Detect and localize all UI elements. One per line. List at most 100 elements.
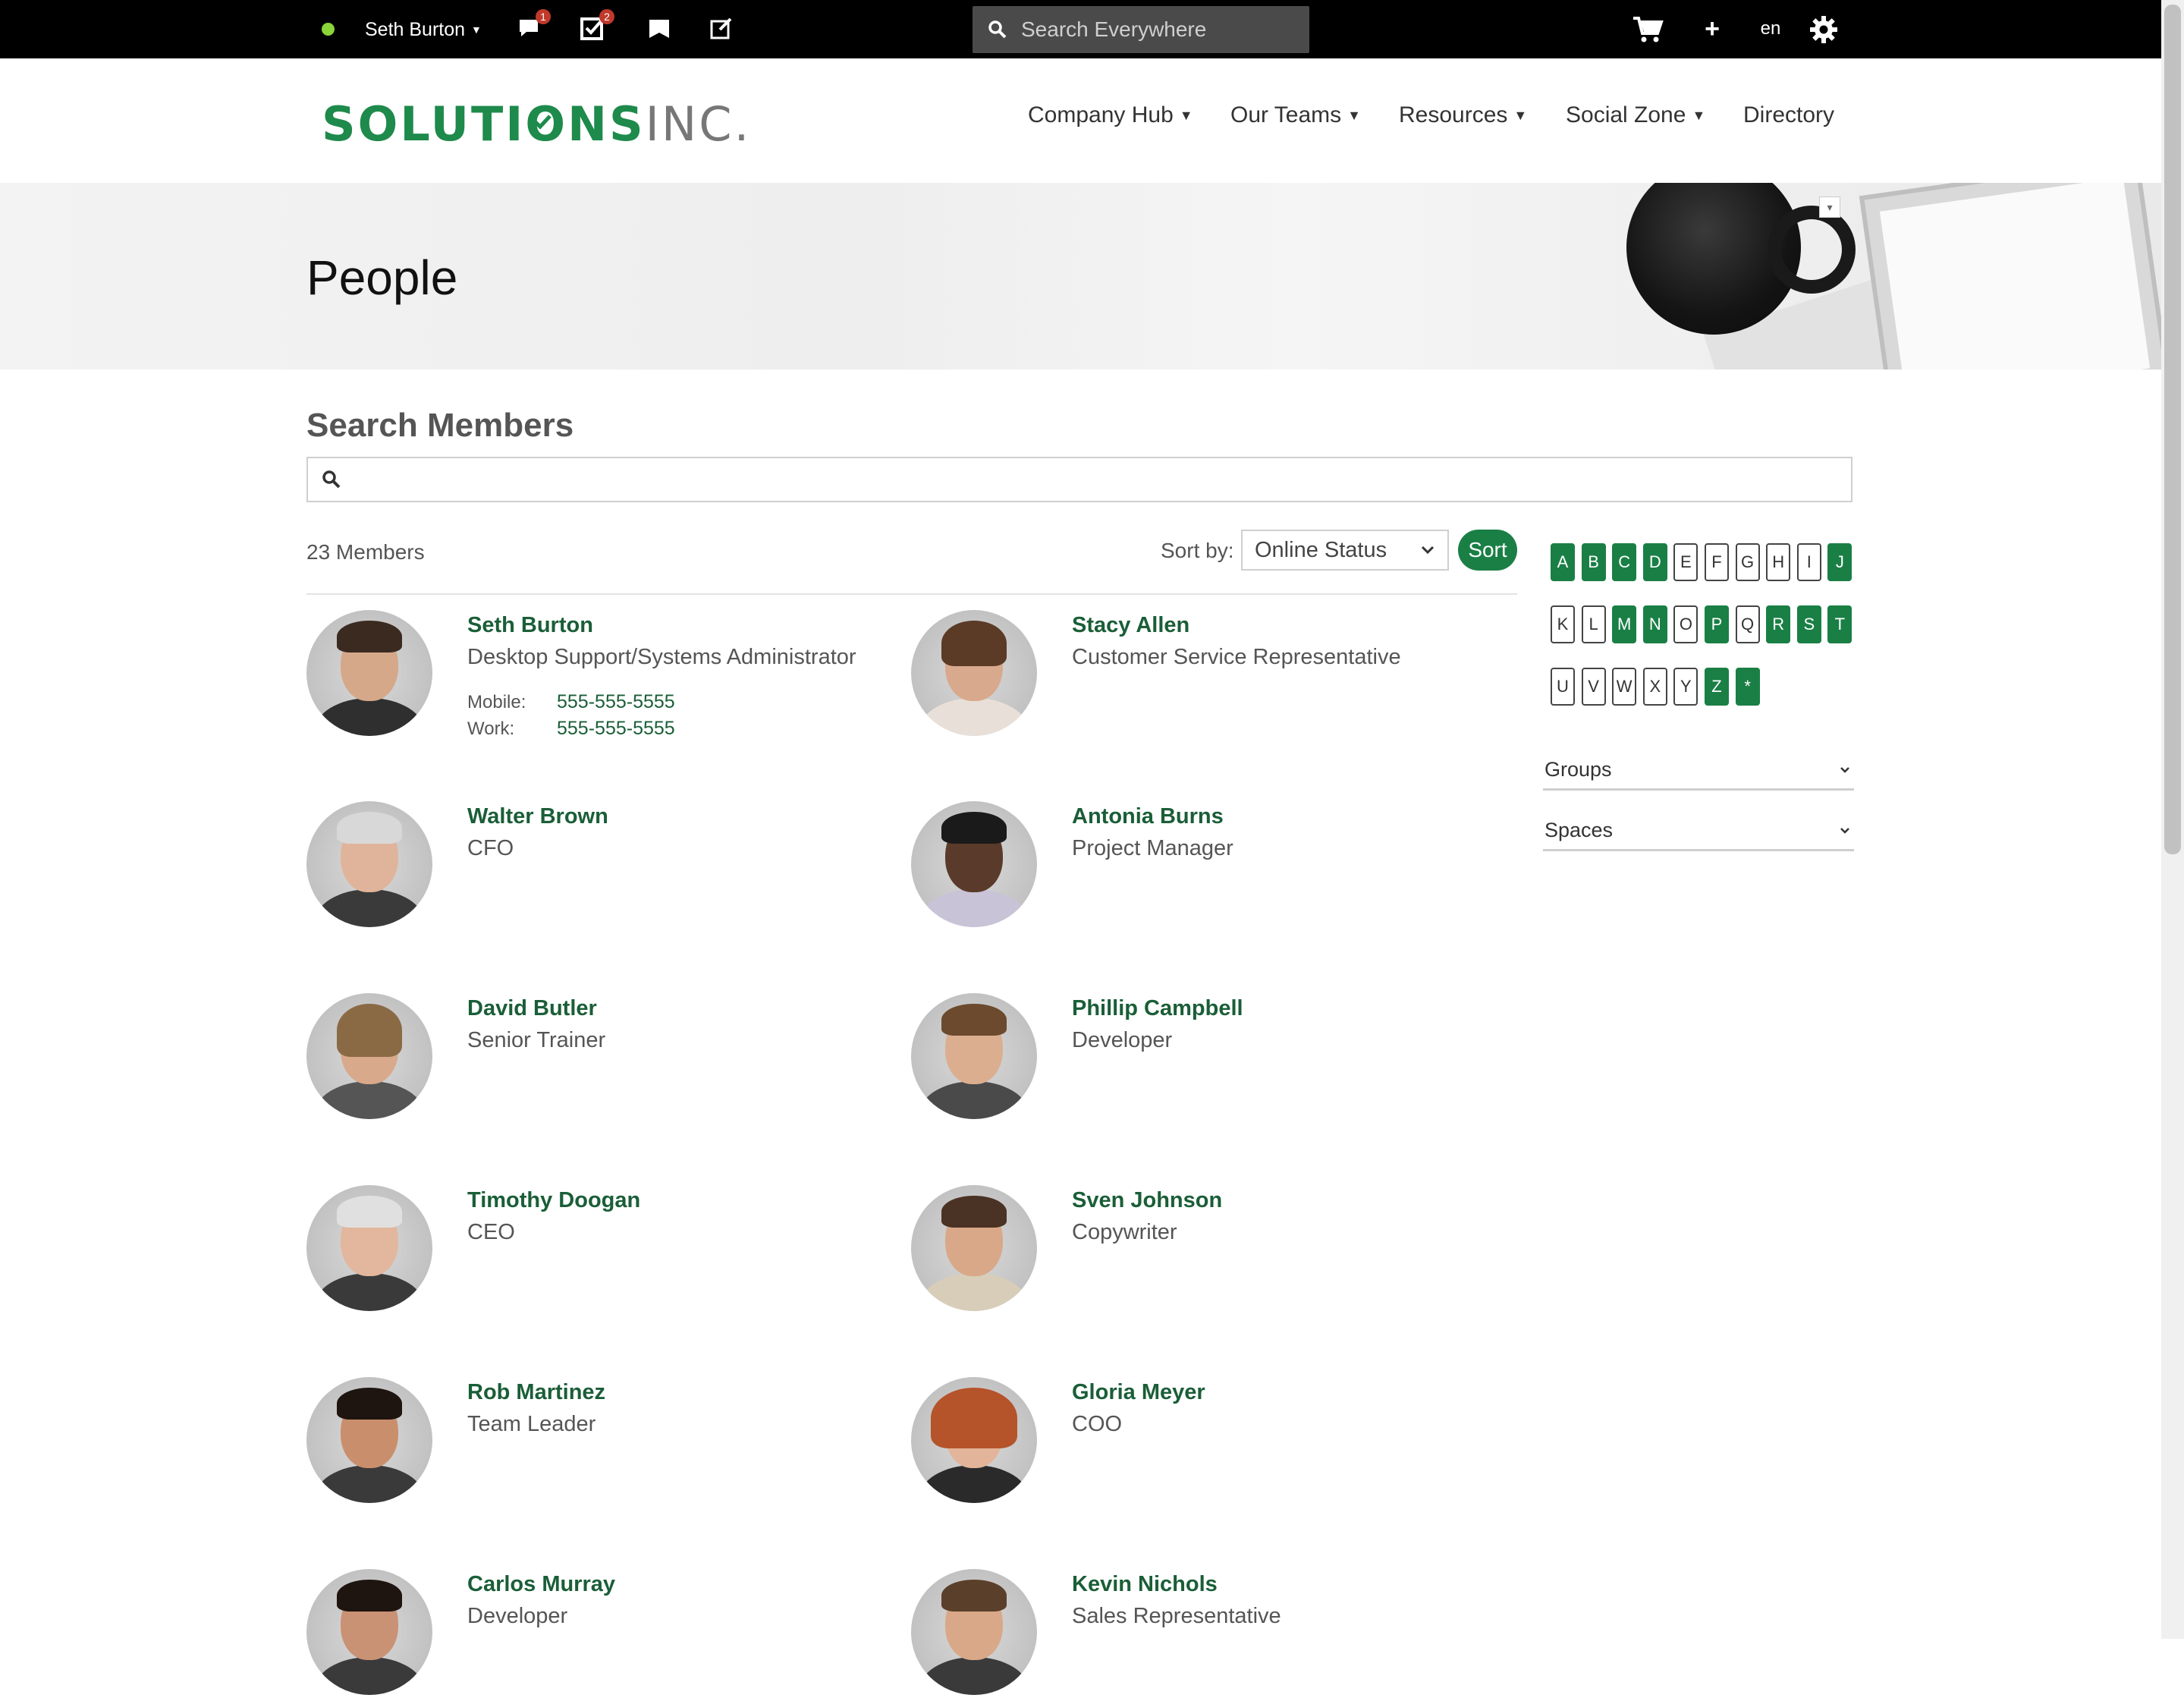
letter-filter-i[interactable]: I	[1796, 543, 1821, 581]
sort-select[interactable]: Online Status	[1241, 530, 1449, 571]
letter-filter-y[interactable]: Y	[1673, 668, 1698, 706]
member-title: Desktop Support/Systems Administrator	[467, 645, 856, 669]
letter-filter-f[interactable]: F	[1705, 543, 1729, 581]
letter-filter-w[interactable]: W	[1612, 668, 1637, 706]
letter-filter-v[interactable]: V	[1581, 668, 1606, 706]
logo-text: SOLUTI	[322, 96, 526, 152]
company-logo[interactable]: SOLUTIO NSINC.	[322, 96, 751, 152]
bookmarks-button[interactable]	[646, 17, 672, 41]
letter-filter-o[interactable]: O	[1673, 605, 1698, 643]
letter-filter-l[interactable]: L	[1581, 605, 1606, 643]
check-icon	[533, 115, 552, 130]
mobile-phone-link[interactable]: 555-555-5555	[557, 691, 675, 713]
member-name[interactable]: Walter Brown	[467, 804, 608, 829]
language-button[interactable]: en	[1757, 15, 1784, 42]
avatar[interactable]	[911, 993, 1037, 1119]
nav-our-teams[interactable]: Our Teams ▼	[1230, 102, 1361, 128]
avatar[interactable]	[911, 1569, 1037, 1695]
logo-check-icon: O	[525, 96, 567, 152]
letter-filter-j[interactable]: J	[1827, 543, 1852, 581]
banner-options-button[interactable]: ▾	[1819, 197, 1840, 218]
avatar-hair	[941, 1196, 1007, 1228]
member-card: Rob Martinez Team Leader	[306, 1377, 883, 1506]
flag-icon	[649, 20, 669, 38]
avatar[interactable]	[911, 610, 1037, 736]
letter-filter-x[interactable]: X	[1642, 668, 1667, 706]
letter-filter-e[interactable]: E	[1673, 543, 1698, 581]
member-card: Carlos Murray Developer	[306, 1569, 883, 1698]
avatar[interactable]	[306, 1377, 432, 1503]
scrollbar-thumb[interactable]	[2164, 5, 2181, 854]
member-name[interactable]: Stacy Allen	[1072, 613, 1189, 638]
letter-filter-z[interactable]: Z	[1705, 668, 1729, 706]
avatar-torso	[314, 1081, 425, 1119]
member-name[interactable]: Gloria Meyer	[1072, 1380, 1205, 1405]
member-name[interactable]: Rob Martinez	[467, 1380, 605, 1405]
letter-filter-r[interactable]: R	[1766, 605, 1791, 643]
nav-social-zone[interactable]: Social Zone ▼	[1566, 102, 1705, 128]
avatar-torso	[314, 889, 425, 927]
avatar-torso	[314, 698, 425, 736]
avatar-torso	[919, 1273, 1029, 1311]
letter-filter-p[interactable]: P	[1705, 605, 1729, 643]
member-card: Stacy Allen Customer Service Representat…	[911, 610, 1488, 739]
avatar-hair	[941, 1580, 1007, 1612]
letter-filter-s[interactable]: S	[1796, 605, 1821, 643]
letter-filter-n[interactable]: N	[1642, 605, 1667, 643]
page-banner: ▾ People	[0, 183, 2161, 369]
tasks-button[interactable]: 2	[580, 9, 614, 41]
tablet-image	[1859, 183, 2161, 369]
avatar-torso	[919, 1081, 1029, 1119]
avatar[interactable]	[306, 1569, 432, 1695]
letter-filter-m[interactable]: M	[1612, 605, 1637, 643]
member-name[interactable]: Timothy Doogan	[467, 1188, 640, 1213]
user-menu[interactable]: Seth Burton ▼	[365, 15, 482, 44]
sort-button[interactable]: Sort	[1458, 530, 1517, 571]
settings-button[interactable]	[1808, 15, 1839, 44]
member-search-box[interactable]	[306, 457, 1852, 502]
add-button[interactable]: +	[1701, 14, 1724, 43]
letter-filter-c[interactable]: C	[1612, 543, 1637, 581]
letter-filter-k[interactable]: K	[1551, 605, 1575, 643]
member-name[interactable]: Phillip Campbell	[1072, 996, 1243, 1021]
messages-badge: 1	[536, 9, 551, 24]
avatar-hair	[337, 1388, 402, 1420]
letter-filter-g[interactable]: G	[1735, 543, 1760, 581]
member-name[interactable]: David Butler	[467, 996, 597, 1021]
letter-filter-b[interactable]: B	[1581, 543, 1606, 581]
member-name[interactable]: Antonia Burns	[1072, 804, 1224, 829]
letter-filter-h[interactable]: H	[1766, 543, 1791, 581]
member-search-input[interactable]	[352, 460, 1851, 499]
nav-company-hub[interactable]: Company Hub ▼	[1028, 102, 1193, 128]
language-label: en	[1760, 18, 1781, 39]
work-phone-link[interactable]: 555-555-5555	[557, 718, 675, 740]
global-search[interactable]	[973, 6, 1309, 53]
avatar[interactable]	[911, 1377, 1037, 1503]
member-name[interactable]: Carlos Murray	[467, 1572, 615, 1597]
avatar-torso	[919, 889, 1029, 927]
letter-filter-a[interactable]: A	[1551, 543, 1575, 581]
avatar[interactable]	[911, 801, 1037, 927]
nav-directory[interactable]: Directory	[1743, 102, 1834, 128]
spaces-dropdown[interactable]: Spaces	[1543, 812, 1854, 851]
member-name[interactable]: Sven Johnson	[1072, 1188, 1222, 1213]
avatar[interactable]	[306, 1185, 432, 1311]
compose-button[interactable]	[709, 15, 734, 41]
avatar[interactable]	[306, 610, 432, 736]
avatar[interactable]	[306, 801, 432, 927]
member-name[interactable]: Kevin Nichols	[1072, 1572, 1218, 1597]
member-title: Developer	[1072, 1028, 1173, 1052]
global-search-input[interactable]	[1020, 17, 1296, 42]
groups-dropdown[interactable]: Groups	[1543, 751, 1854, 791]
avatar[interactable]	[911, 1185, 1037, 1311]
avatar[interactable]	[306, 993, 432, 1119]
letter-filter-d[interactable]: D	[1642, 543, 1667, 581]
member-name[interactable]: Seth Burton	[467, 613, 593, 638]
cart-button[interactable]	[1631, 15, 1664, 44]
letter-filter-t[interactable]: T	[1827, 605, 1852, 643]
letter-filter-all[interactable]: *	[1735, 668, 1760, 706]
messages-button[interactable]: 1	[516, 9, 551, 41]
letter-filter-q[interactable]: Q	[1735, 605, 1760, 643]
letter-filter-u[interactable]: U	[1551, 668, 1575, 706]
nav-resources[interactable]: Resources ▼	[1399, 102, 1527, 128]
